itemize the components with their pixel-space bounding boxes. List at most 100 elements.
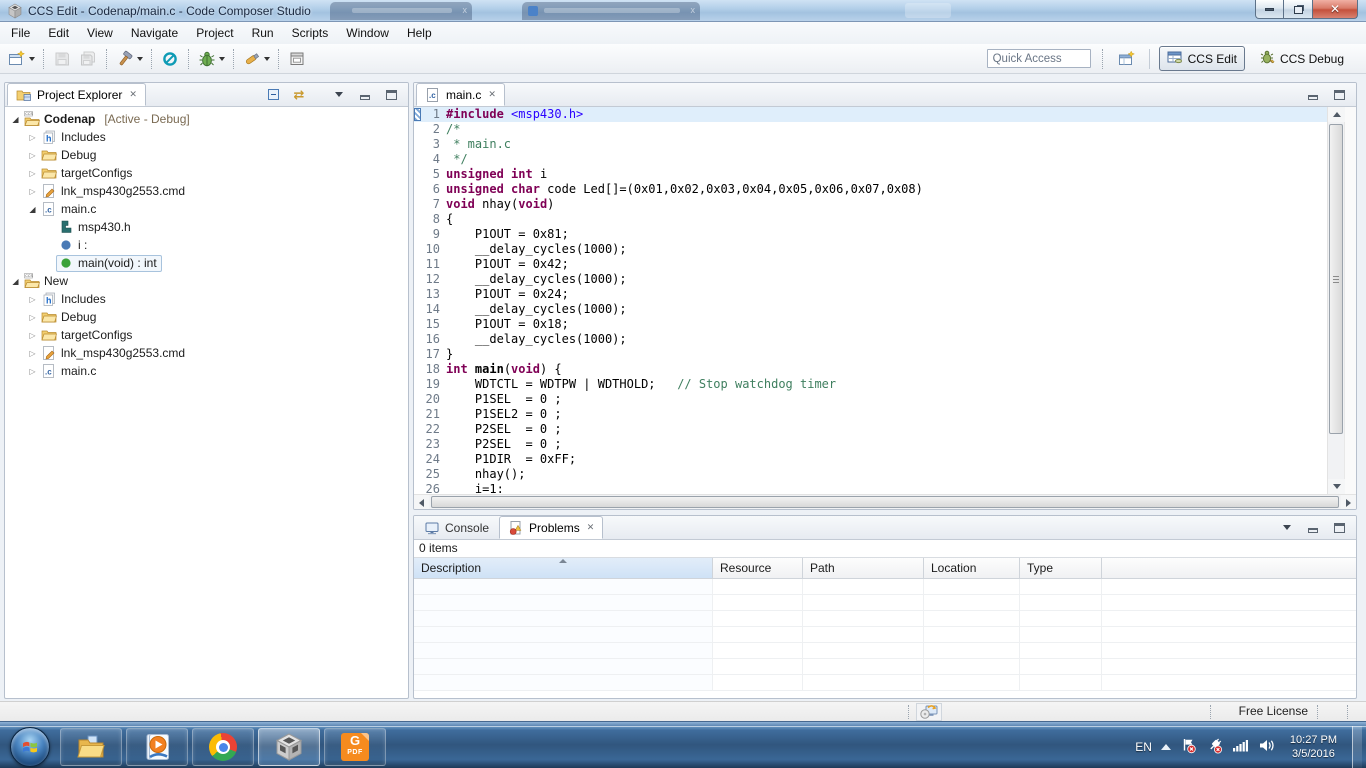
view-menu-button[interactable] xyxy=(330,86,348,104)
code-line[interactable]: 18int main(void) { xyxy=(414,362,1327,377)
code-line[interactable]: 8{ xyxy=(414,212,1327,227)
code-line[interactable]: 20 P1SEL = 0 ; xyxy=(414,392,1327,407)
tree-item-codenap[interactable]: ◢CCSCodenap[Active - Debug] xyxy=(5,110,408,128)
network-error-icon[interactable] xyxy=(1206,737,1223,757)
action-center-flag-icon[interactable] xyxy=(1180,737,1197,757)
taskbar-foxit-reader[interactable]: G PDF xyxy=(324,728,386,766)
code-line[interactable]: 3 * main.c xyxy=(414,137,1327,152)
expand-toggle[interactable]: ◢ xyxy=(9,115,22,124)
view-window-button[interactable] xyxy=(284,47,310,71)
flash-programmer-button[interactable] xyxy=(239,47,273,71)
tree-item-targetconfigs[interactable]: ▷targetConfigs xyxy=(5,326,408,344)
scrollbar-thumb[interactable] xyxy=(431,496,1339,508)
project-explorer-tab[interactable]: Project Explorer ✕ xyxy=(7,83,146,106)
scroll-up-button[interactable] xyxy=(1328,107,1345,122)
link-with-editor-button[interactable]: ⇄ xyxy=(290,86,308,104)
code-line[interactable]: 16 __delay_cycles(1000); xyxy=(414,332,1327,347)
code-line[interactable]: 11 P1OUT = 0x42; xyxy=(414,257,1327,272)
language-indicator[interactable]: EN xyxy=(1135,740,1152,754)
ccs-debug-perspective-button[interactable]: CCS Debug xyxy=(1251,46,1352,71)
code-line[interactable]: 2/* xyxy=(414,122,1327,137)
expand-toggle[interactable]: ▷ xyxy=(26,169,39,178)
code-line[interactable]: 15 P1OUT = 0x18; xyxy=(414,317,1327,332)
scroll-down-button[interactable] xyxy=(1328,479,1345,494)
scroll-left-button[interactable] xyxy=(414,495,429,510)
expand-toggle[interactable]: ▷ xyxy=(26,349,39,358)
column-header-description[interactable]: Description xyxy=(414,558,713,578)
code-line[interactable]: 14 __delay_cycles(1000); xyxy=(414,302,1327,317)
code-line[interactable]: 10 __delay_cycles(1000); xyxy=(414,242,1327,257)
code-line[interactable]: 5unsigned int i xyxy=(414,167,1327,182)
problems-tab[interactable]: Problems ✕ xyxy=(499,516,603,539)
menu-file[interactable]: File xyxy=(2,22,39,44)
menu-help[interactable]: Help xyxy=(398,22,441,44)
menu-scripts[interactable]: Scripts xyxy=(283,22,338,44)
close-button[interactable]: ✕ xyxy=(1312,0,1358,19)
tree-item-lnk-msp430g2553-cmd[interactable]: ▷lnk_msp430g2553.cmd xyxy=(5,344,408,362)
open-perspective-button[interactable] xyxy=(1114,47,1140,71)
code-line[interactable]: 9 P1OUT = 0x81; xyxy=(414,227,1327,242)
code-line[interactable]: 6unsigned char code Led[]=(0x01,0x02,0x0… xyxy=(414,182,1327,197)
taskbar-chrome[interactable] xyxy=(192,728,254,766)
code-line[interactable]: 4 */ xyxy=(414,152,1327,167)
tree-item-debug[interactable]: ▷Debug xyxy=(5,308,408,326)
new-wizard-button[interactable] xyxy=(4,47,38,71)
tree-item-targetconfigs[interactable]: ▷targetConfigs xyxy=(5,164,408,182)
menu-view[interactable]: View xyxy=(78,22,122,44)
hidden-icons-button[interactable] xyxy=(1161,744,1171,750)
minimize-view-button[interactable] xyxy=(1304,519,1322,537)
title-bar[interactable]: CCS Edit - Codenap/main.c - Code Compose… xyxy=(0,0,1366,22)
column-header-path[interactable]: Path xyxy=(803,558,924,578)
expand-toggle[interactable]: ▷ xyxy=(26,367,39,376)
expand-toggle[interactable]: ▷ xyxy=(26,331,39,340)
ccs-edit-perspective-button[interactable]: CCS Edit xyxy=(1159,46,1245,71)
signal-strength-icon[interactable] xyxy=(1232,738,1249,756)
status-launch-icon[interactable] xyxy=(916,703,942,721)
taskbar-media-player[interactable] xyxy=(126,728,188,766)
close-icon[interactable]: ✕ xyxy=(488,89,496,100)
bug-button[interactable] xyxy=(194,47,228,71)
maximize-view-button[interactable] xyxy=(382,86,400,104)
tree-item-i[interactable]: i : xyxy=(5,236,408,254)
expand-toggle[interactable]: ◢ xyxy=(26,205,39,214)
column-header-location[interactable]: Location xyxy=(924,558,1020,578)
minimize-view-button[interactable] xyxy=(356,86,374,104)
code-line[interactable]: 21 P1SEL2 = 0 ; xyxy=(414,407,1327,422)
code-line[interactable]: 19 WDTCTL = WDTPW | WDTHOLD; // Stop wat… xyxy=(414,377,1327,392)
editor-vertical-scrollbar[interactable] xyxy=(1327,107,1344,494)
menu-edit[interactable]: Edit xyxy=(39,22,78,44)
expand-toggle[interactable]: ▷ xyxy=(26,313,39,322)
scroll-right-button[interactable] xyxy=(1341,495,1356,510)
quick-access-input[interactable] xyxy=(987,49,1091,68)
code-editor[interactable]: 1#include <msp430.h>2/*3 * main.c4 */5un… xyxy=(414,107,1327,494)
code-line[interactable]: 7void nhay(void) xyxy=(414,197,1327,212)
code-line[interactable]: 1#include <msp430.h> xyxy=(414,107,1327,122)
code-line[interactable]: 17} xyxy=(414,347,1327,362)
code-line[interactable]: 26 i=1: xyxy=(414,482,1327,494)
maximize-view-button[interactable] xyxy=(1330,519,1348,537)
minimize-button[interactable] xyxy=(1255,0,1284,19)
menu-run[interactable]: Run xyxy=(243,22,283,44)
restore-button[interactable] xyxy=(1284,0,1312,19)
column-header-type[interactable]: Type xyxy=(1020,558,1102,578)
expand-toggle[interactable]: ▷ xyxy=(26,295,39,304)
code-line[interactable]: 23 P2SEL = 0 ; xyxy=(414,437,1327,452)
editor-horizontal-scrollbar[interactable] xyxy=(414,494,1356,509)
show-desktop-button[interactable] xyxy=(1352,726,1362,768)
tree-item-includes[interactable]: ▷hIncludes xyxy=(5,290,408,308)
console-tab[interactable]: Console xyxy=(416,516,497,539)
expand-toggle[interactable]: ▷ xyxy=(26,151,39,160)
menu-navigate[interactable]: Navigate xyxy=(122,22,187,44)
menu-window[interactable]: Window xyxy=(337,22,398,44)
expand-toggle[interactable]: ▷ xyxy=(26,133,39,142)
tree-item-new[interactable]: ◢CCSNew xyxy=(5,272,408,290)
menu-project[interactable]: Project xyxy=(187,22,242,44)
volume-icon[interactable] xyxy=(1258,738,1275,756)
tree-item-main-c[interactable]: ▷.cmain.c xyxy=(5,362,408,380)
tree-item-main-void-int[interactable]: main(void) : int xyxy=(5,254,408,272)
start-button[interactable] xyxy=(10,727,50,767)
taskbar-code-composer-studio[interactable] xyxy=(258,728,320,766)
tree-item-main-c[interactable]: ◢.cmain.c xyxy=(5,200,408,218)
maximize-view-button[interactable] xyxy=(1330,86,1348,104)
minimize-view-button[interactable] xyxy=(1304,86,1322,104)
